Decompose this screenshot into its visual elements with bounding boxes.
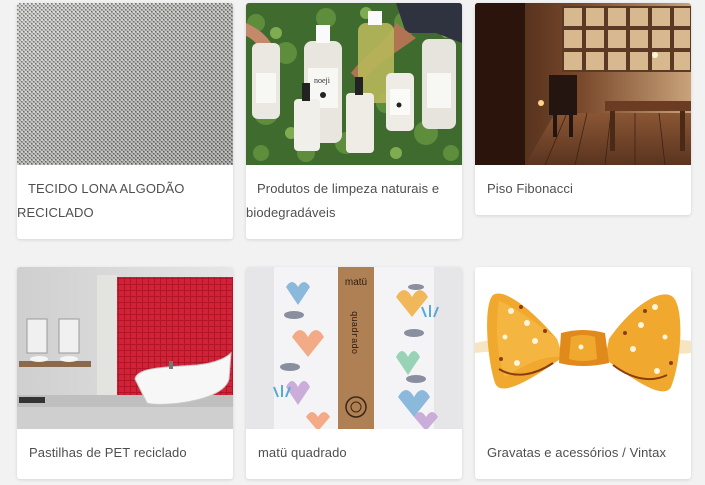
product-image-cleaning[interactable]: noeji (246, 3, 462, 165)
product-title[interactable]: Piso Fibonacci (475, 165, 691, 211)
product-image-cloth[interactable]: matü quadrado (246, 267, 462, 429)
product-image-bowtie[interactable] (475, 267, 691, 429)
product-image-bathroom[interactable] (17, 267, 233, 429)
product-card[interactable]: noeji Produtos de limpeza naturais e bio… (246, 3, 462, 239)
product-card[interactable]: Gravatas e acessórios / Vintax (475, 267, 691, 479)
product-card[interactable]: TECIDO LONA ALGODÃO RECICLADO (17, 3, 233, 239)
product-title[interactable]: Produtos de limpeza naturais e biodegrad… (246, 165, 462, 235)
product-image-fabric[interactable] (17, 3, 233, 165)
product-image-wood-floor[interactable] (475, 3, 691, 165)
product-card[interactable]: Piso Fibonacci (475, 3, 691, 215)
product-card[interactable]: Pastilhas de PET reciclado (17, 267, 233, 479)
bottle-label-text: noeji (314, 76, 331, 85)
band-name-text: quadrado (349, 311, 359, 354)
band-brand-text: matü (345, 277, 367, 288)
product-card[interactable]: matü quadrado matü quadrado (246, 267, 462, 479)
product-title[interactable]: matü quadrado (246, 429, 462, 475)
product-title[interactable]: Pastilhas de PET reciclado (17, 429, 233, 475)
product-title[interactable]: Gravatas e acessórios / Vintax (475, 429, 691, 475)
product-title[interactable]: TECIDO LONA ALGODÃO RECICLADO (17, 165, 233, 235)
